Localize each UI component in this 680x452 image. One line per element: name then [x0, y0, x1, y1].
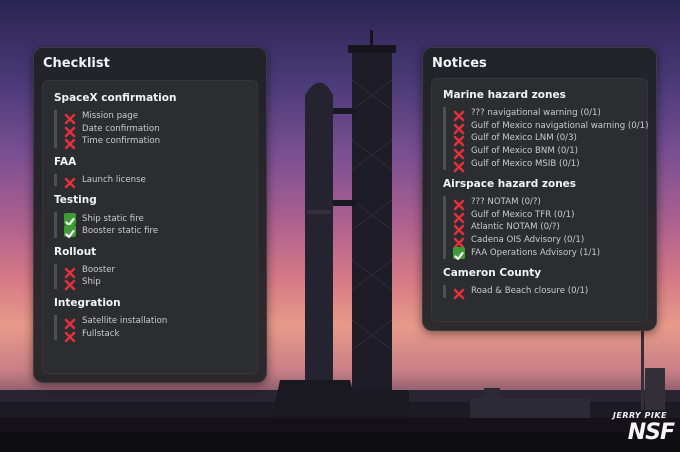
checklist-title: Checklist	[43, 56, 110, 71]
section-cameron-county: Cameron County Road & Beach closure (0/1…	[443, 266, 637, 300]
item-label: ??? NOTAM (0/?)	[471, 197, 541, 208]
item-label: Gulf of Mexico BNM (0/1)	[471, 146, 579, 157]
section-items: Mission page Date confirmation Time conf…	[54, 110, 246, 150]
list-item: Launch license	[64, 174, 246, 189]
item-label: Gulf of Mexico TFR (0/1)	[471, 209, 575, 220]
cross-icon	[453, 196, 465, 211]
item-label: Gulf of Mexico navigational warning (0/1…	[471, 120, 649, 131]
cross-icon	[453, 221, 465, 236]
cross-icon	[453, 120, 465, 135]
checklist-body: SpaceX confirmation Mission page Date co…	[42, 80, 258, 374]
section-title: Airspace hazard zones	[443, 177, 577, 190]
cross-icon	[453, 158, 465, 172]
checklist-panel: Checklist SpaceX confirmation Mission pa…	[33, 47, 267, 383]
item-label: Atlantic NOTAM (0/?)	[471, 222, 560, 233]
section-title: Cameron County	[443, 266, 542, 279]
section-items: ??? NOTAM (0/?) Gulf of Mexico TFR (0/1)…	[443, 195, 637, 260]
list-item: Fullstack	[64, 327, 246, 342]
list-item: Ship static fire	[64, 212, 246, 226]
cross-icon	[64, 123, 76, 138]
section-items: Ship static fire Booster static fire	[54, 212, 246, 239]
section-spacex-confirmation: SpaceX confirmation Mission page Date co…	[54, 92, 246, 150]
item-label: Fullstack	[82, 328, 120, 339]
section-items: ??? navigational warning (0/1) Gulf of M…	[443, 107, 648, 172]
cross-icon	[64, 264, 76, 279]
list-item: Gulf of Mexico BNM (0/1)	[453, 145, 637, 160]
section-rollout: Rollout Booster Ship	[54, 245, 246, 291]
list-item: Booster	[64, 264, 246, 279]
list-item: ??? NOTAM (0/?)	[453, 196, 637, 211]
list-item: Atlantic NOTAM (0/?)	[453, 221, 637, 236]
notices-panel: Notices Marine hazard zones ??? navigati…	[422, 47, 657, 331]
section-airspace-hazard-zones: Airspace hazard zones ??? NOTAM (0/?) Gu…	[443, 177, 637, 260]
item-label: Booster	[82, 264, 116, 275]
check-icon	[64, 212, 76, 226]
cross-icon	[64, 110, 76, 125]
section-items: Road & Beach closure (0/1)	[443, 284, 637, 300]
photographer-credit: JERRY PIKE	[612, 411, 667, 420]
section-items: Launch license	[54, 173, 246, 189]
section-integration: Integration Satellite installation Fulls…	[54, 296, 246, 342]
cross-icon	[453, 285, 465, 300]
item-label: Gulf of Mexico MSIB (0/1)	[471, 158, 580, 169]
item-label: Time confirmation	[82, 136, 161, 147]
list-item: Time confirmation	[64, 135, 246, 150]
list-item: ??? navigational warning (0/1)	[453, 107, 637, 122]
cross-icon	[64, 276, 76, 291]
item-label: Mission page	[82, 111, 139, 122]
item-label: Gulf of Mexico LNM (0/3)	[471, 133, 577, 144]
cross-icon	[64, 174, 76, 189]
item-label: ??? navigational warning (0/1)	[471, 108, 601, 119]
section-items: Booster Ship	[54, 263, 246, 291]
section-title: Testing	[54, 194, 97, 207]
item-label: Date confirmation	[82, 123, 160, 134]
section-title: SpaceX confirmation	[54, 92, 177, 104]
list-item: Satellite installation	[64, 315, 246, 330]
cross-icon	[453, 209, 465, 224]
cross-icon	[453, 145, 465, 160]
list-item: Gulf of Mexico TFR (0/1)	[453, 209, 637, 224]
item-label: Cadena OIS Advisory (0/1)	[471, 235, 585, 246]
section-title: Marine hazard zones	[443, 89, 566, 101]
cross-icon	[453, 132, 465, 147]
cross-icon	[64, 328, 76, 342]
list-item: Booster static fire	[64, 225, 246, 239]
cross-icon	[64, 135, 76, 150]
list-item: FAA Operations Advisory (1/1)	[453, 246, 637, 260]
item-label: Satellite installation	[82, 316, 168, 327]
list-item: Ship	[64, 276, 246, 291]
item-label: FAA Operations Advisory (1/1)	[471, 247, 601, 258]
section-title: FAA	[54, 155, 77, 168]
list-item: Gulf of Mexico navigational warning (0/1…	[453, 120, 648, 135]
list-item: Gulf of Mexico LNM (0/3)	[453, 132, 637, 147]
item-label: Launch license	[82, 175, 146, 186]
notices-body: Marine hazard zones ??? navigational war…	[431, 78, 648, 322]
section-testing: Testing Ship static fire Booster static …	[54, 194, 246, 239]
check-icon	[453, 246, 465, 260]
item-label: Ship static fire	[82, 213, 144, 224]
item-label: Road & Beach closure (0/1)	[471, 286, 589, 297]
cross-icon	[453, 234, 465, 249]
section-marine-hazard-zones: Marine hazard zones ??? navigational war…	[443, 89, 648, 172]
item-label: Ship	[82, 277, 101, 288]
list-item: Mission page	[64, 110, 246, 125]
list-item: Date confirmation	[64, 123, 246, 138]
cross-icon	[64, 315, 76, 330]
list-item: Gulf of Mexico MSIB (0/1)	[453, 157, 637, 172]
list-item: Road & Beach closure (0/1)	[453, 285, 637, 300]
section-items: Satellite installation Fullstack	[54, 314, 246, 342]
section-faa: FAA Launch license	[54, 155, 246, 189]
section-title: Rollout	[54, 245, 97, 258]
check-icon	[64, 225, 76, 239]
notices-title: Notices	[432, 56, 487, 71]
list-item: Cadena OIS Advisory (0/1)	[453, 234, 637, 249]
section-title: Integration	[54, 296, 121, 309]
nsf-logo: NSF	[627, 420, 675, 445]
item-label: Booster static fire	[82, 226, 159, 237]
cross-icon	[453, 107, 465, 122]
